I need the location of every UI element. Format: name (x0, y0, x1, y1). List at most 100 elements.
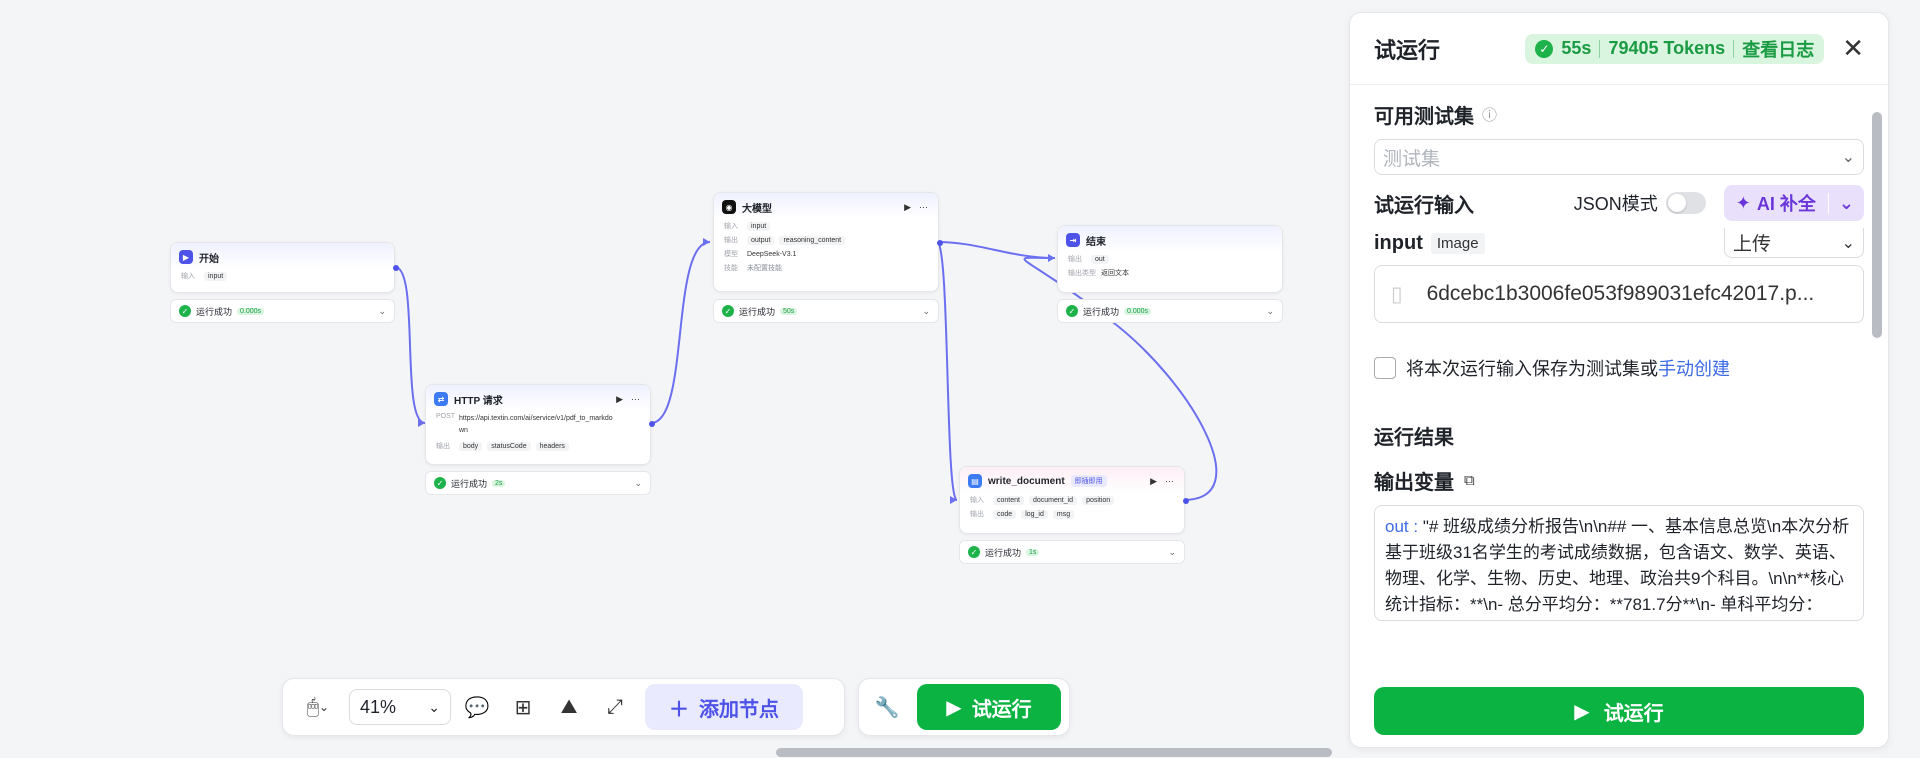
variable-chip: headers (535, 441, 569, 451)
fit-view-icon[interactable]: ⤢ (595, 687, 635, 727)
chevron-down-icon[interactable]: ⌄ (1168, 547, 1176, 558)
time-badge: 1s (1026, 548, 1040, 556)
end-status[interactable]: ✓ 运行成功 0.000s ⌄ (1057, 299, 1283, 323)
chevron-down-icon[interactable]: ⌄ (634, 478, 642, 489)
tokens: 79405 Tokens (1608, 38, 1726, 58)
minimap-icon[interactable]: ⛰ (549, 687, 589, 727)
more-icon[interactable]: ··· (1165, 476, 1174, 487)
zoom-select[interactable]: 41% ⌄ (349, 689, 451, 725)
output-label: 输出 (436, 443, 450, 450)
comment-icon[interactable]: 💬 (457, 687, 497, 727)
run-button[interactable]: ▶ 试运行 (917, 684, 1061, 730)
chevron-down-icon[interactable]: ⌄ (1266, 306, 1274, 317)
save-checkbox[interactable] (1374, 357, 1396, 379)
run-input-title: 试运行输入 (1374, 194, 1474, 217)
skill-label: 技能 (724, 265, 738, 272)
ai-fill-button[interactable]: ✦ AI 补全 ⌄ (1723, 185, 1864, 221)
horizontal-scrollbar[interactable] (776, 748, 1332, 757)
run-toolbar: 🔧 ▶ 试运行 (858, 678, 1070, 736)
variable-chip: msg (1052, 509, 1075, 519)
end-node[interactable]: ⇥ 结束 输出 out 输出类型 返回文本 (1057, 225, 1283, 293)
output-port[interactable] (393, 265, 399, 271)
success-icon: ✓ (179, 305, 191, 317)
llm-node[interactable]: ◉ 大模型 ▶ ··· 输入 input 输出 output reasoning_… (713, 192, 943, 292)
chevron-down-icon[interactable]: ⌄ (922, 306, 930, 317)
success-icon: ✓ (434, 477, 446, 489)
wrench-icon[interactable]: 🔧 (867, 687, 907, 727)
start-icon: ▶ (179, 250, 193, 264)
output-port[interactable] (1183, 498, 1189, 504)
llm-status[interactable]: ✓ 运行成功 50s ⌄ (713, 299, 939, 323)
variable-chip: statusCode (487, 441, 531, 451)
edge-llm-end (936, 241, 1056, 259)
result-title: 运行结果 (1374, 427, 1454, 449)
output-label: 输出 (724, 237, 738, 244)
variable-chip: reasoning_content (779, 235, 846, 245)
chevron-down-icon[interactable]: ⌄ (378, 306, 386, 317)
status-text: 运行成功 (451, 478, 488, 489)
upload-label: 上传 (1733, 234, 1772, 255)
time-badge: 50s (780, 307, 798, 315)
json-mode-toggle[interactable] (1665, 192, 1706, 214)
view-log-link[interactable]: 查看日志 (1742, 36, 1814, 62)
variable-chip: input (747, 221, 771, 231)
more-icon[interactable]: ··· (919, 202, 928, 213)
play-icon[interactable]: ▶ (616, 394, 623, 405)
test-set-select[interactable]: 测试集 ⌄ (1374, 139, 1864, 175)
url-line-2: wn (459, 427, 468, 434)
panel-title: 试运行 (1374, 37, 1441, 63)
variable-chip: position (1082, 495, 1115, 505)
sparkle-icon: ✦ (1735, 192, 1751, 213)
chevron-down-icon[interactable]: ⌄ (1827, 192, 1864, 214)
start-status[interactable]: ✓ 运行成功 0.000s ⌄ (170, 299, 395, 323)
start-node[interactable]: ▶ 开始 输入 input (170, 242, 399, 293)
auth-badge[interactable]: 即插即用 (1070, 475, 1107, 487)
file-input[interactable]: ▯ 6dcebc1b3006fe053f989031efc42017.p... (1374, 265, 1864, 323)
write-document-status[interactable]: ✓ 运行成功 1s ⌄ (959, 540, 1185, 564)
time-badge: 0.000s (1124, 307, 1152, 315)
variable-chip: document_id (1028, 495, 1078, 505)
info-icon[interactable]: ⓘ (1482, 104, 1497, 125)
status-text: 运行成功 (1083, 306, 1120, 317)
model-name: DeepSeek-V3.1 (747, 250, 797, 258)
play-icon[interactable]: ▶ (1150, 476, 1157, 487)
url-line-1: https://api.textin.com/ai/service/v1/pdf… (459, 415, 613, 422)
output-var-title: 输出变量 (1374, 472, 1454, 494)
more-icon[interactable]: ··· (631, 394, 640, 405)
play-icon: ▶ (1574, 700, 1590, 723)
model-label: 模型 (724, 251, 738, 258)
mouse-mode-icon[interactable]: 🖱 ⌄ (293, 687, 343, 727)
write-document-node[interactable]: ▤ write_document 即插即用 ▶ ··· 输入 content do… (959, 466, 1189, 534)
close-icon[interactable]: ✕ (1842, 33, 1864, 64)
node-title: HTTP 请求 (454, 395, 503, 407)
vertical-scrollbar[interactable] (1872, 112, 1882, 338)
play-icon[interactable]: ▶ (904, 202, 911, 213)
test-run-panel: 试运行 ✓ 55s 79405 Tokens 查看日志 ✕ 可用测试集 ⓘ 测试… (1349, 12, 1889, 748)
output-port[interactable] (937, 240, 943, 246)
output-value-box[interactable]: out : "# 班级成绩分析报告\n\n## 一、基本信息总览\n本次分析基于… (1374, 505, 1864, 621)
http-status[interactable]: ✓ 运行成功 2s ⌄ (425, 471, 651, 495)
layout-icon[interactable]: ⊞ (503, 687, 543, 727)
variable-chip: out (1091, 254, 1109, 264)
status-text: 运行成功 (739, 306, 776, 317)
variable-chip: log_id (1021, 509, 1048, 519)
duration: 55s (1561, 38, 1592, 58)
variable-chip: body (459, 441, 483, 451)
http-node[interactable]: ⇄ HTTP 请求 ▶ ··· POST https://api.textin.c… (425, 384, 655, 465)
add-node-button[interactable]: ＋ 添加节点 (645, 684, 803, 730)
variable-chip: output (747, 235, 775, 245)
method-label: POST (436, 413, 456, 420)
manual-create-link[interactable]: 手动创建 (1658, 355, 1730, 381)
input-label: 输入 (181, 273, 195, 280)
success-icon: ✓ (968, 546, 980, 558)
copy-icon[interactable]: ⧉ (1464, 472, 1475, 489)
upload-select[interactable]: 上传 ⌄ (1724, 228, 1864, 258)
panel-run-label: 试运行 (1603, 702, 1664, 725)
success-icon: ✓ (722, 305, 734, 317)
edge-write-end (1023, 256, 1218, 501)
panel-run-button[interactable]: ▶ 试运行 (1374, 687, 1864, 735)
chevron-down-icon: ⌄ (428, 698, 440, 715)
end-icon: ⇥ (1066, 233, 1080, 247)
http-icon: ⇄ (434, 392, 448, 406)
output-port[interactable] (649, 421, 655, 427)
